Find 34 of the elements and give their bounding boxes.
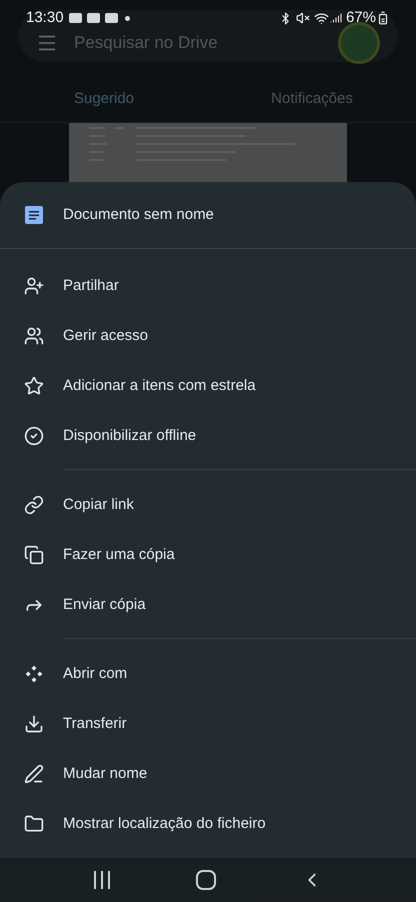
notification-icon [68,13,82,23]
download-icon [24,714,44,734]
menu-item[interactable]: Mostrar localização do ficheiro [63,812,266,836]
battery-level: 67% [346,8,376,28]
menu-item[interactable]: Copiar link [63,494,134,516]
document-title: Documento sem nome [63,204,214,225]
menu-item[interactable]: Gerir acesso [63,324,148,348]
menu-item[interactable]: Partilhar [63,274,119,298]
folder-icon [24,814,44,834]
menu-item[interactable]: Adicionar a itens com estrela [63,374,256,398]
diamonds-icon [24,664,44,684]
menu-item[interactable]: Disponibilizar offline [63,424,196,448]
link-icon [24,495,44,515]
wifi-icon [314,10,329,26]
offline-check-icon [24,426,44,446]
copy-icon [24,545,44,565]
recent-apps-icon[interactable] [92,870,111,890]
menu-item[interactable]: Fazer uma cópia [63,544,175,566]
notification-icon [86,13,100,23]
menu-item[interactable]: Transferir [63,712,127,736]
people-icon [24,326,44,346]
home-icon[interactable] [196,870,216,890]
pen-icon [24,764,44,784]
mute-icon [296,11,310,25]
add-person-icon [24,276,44,296]
document-icon [24,205,44,225]
notification-icon [104,13,118,23]
menu-item[interactable]: Enviar cópia [63,594,146,616]
menu-item[interactable]: Abrir com [63,662,128,686]
more-notifications-icon [124,16,130,20]
menu-item[interactable]: Mudar nome [63,762,148,786]
battery-icon [376,11,390,25]
clock: 13:30 [26,8,64,28]
star-icon [24,376,44,396]
